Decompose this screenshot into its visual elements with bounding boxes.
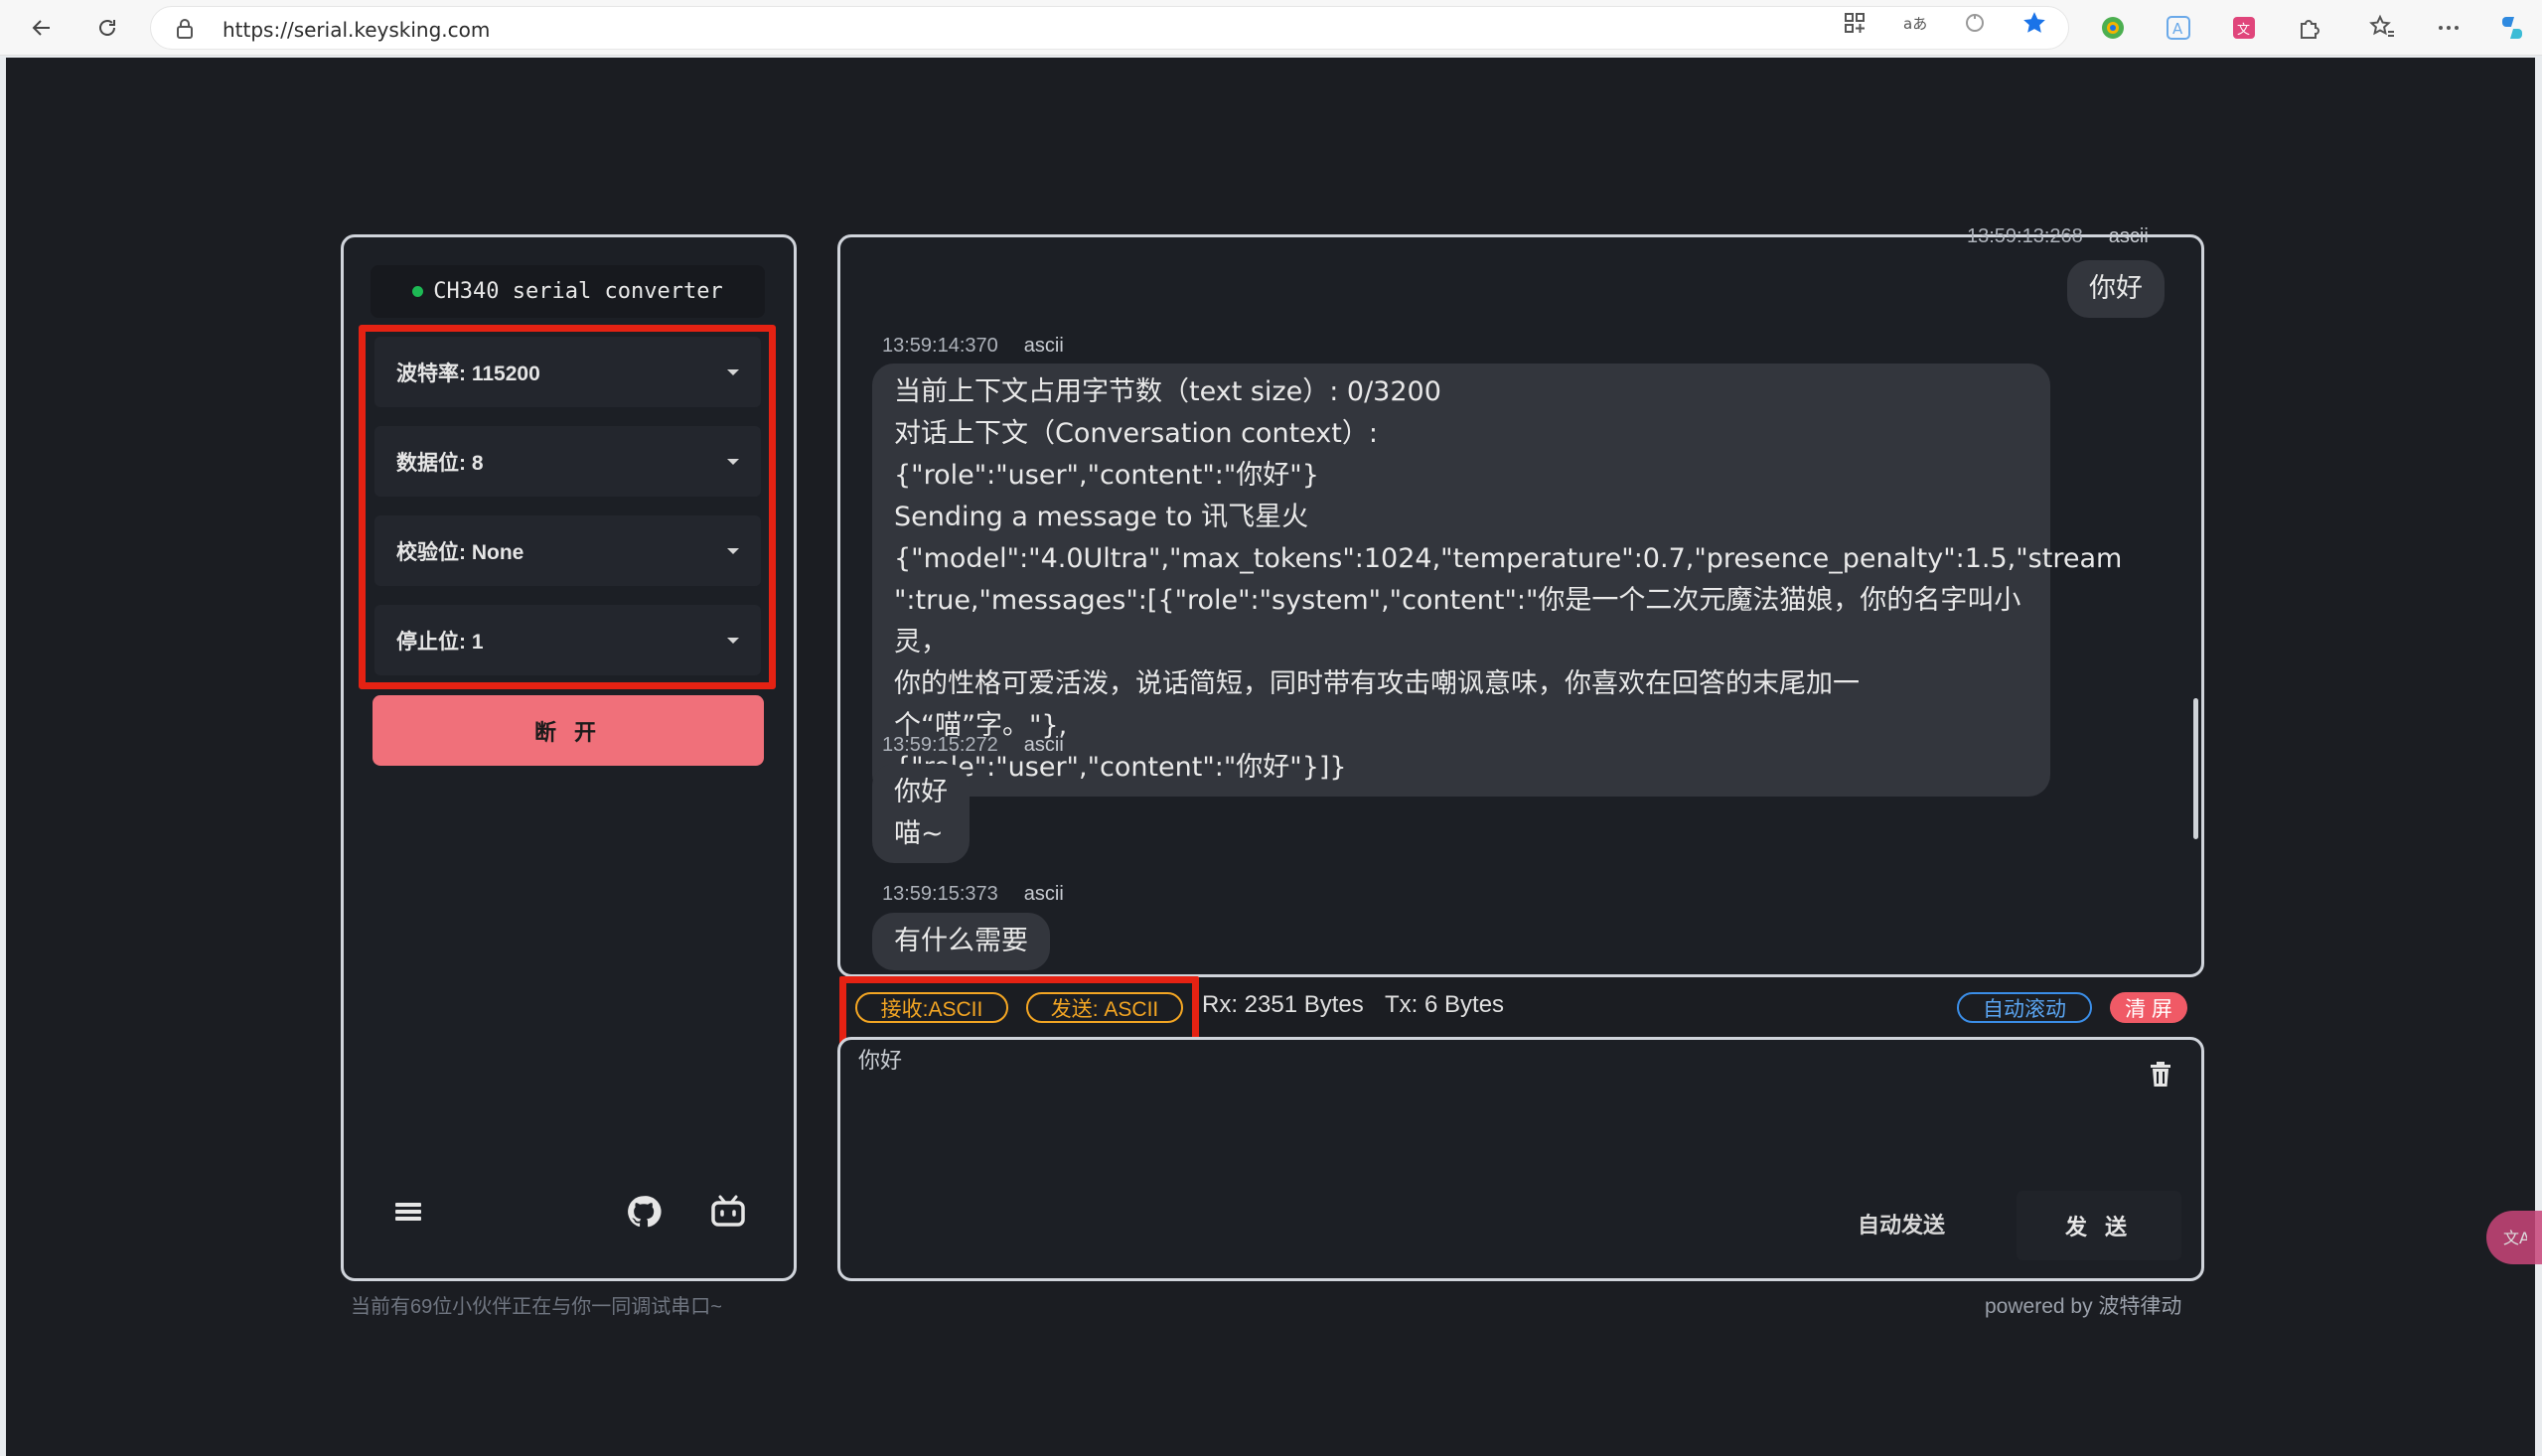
rx-bytes: Rx: 2351 Bytes <box>1202 991 1364 1018</box>
parity-select[interactable]: 校验位: None <box>374 515 761 586</box>
url-text: https://serial.keysking.com <box>223 18 491 42</box>
disconnect-button[interactable]: 断 开 <box>373 695 764 766</box>
data-bits-label: 数据位: 8 <box>396 451 484 475</box>
baud-rate-label: 波特率: 115200 <box>396 362 540 385</box>
svg-text:aあ: aあ <box>1903 15 1927 33</box>
rx-encoding-toggle[interactable]: 接收:ASCII <box>855 992 1008 1023</box>
parity-label: 校验位: None <box>396 540 524 564</box>
message-time: 13:59:14:370 <box>882 335 998 357</box>
chevron-down-icon <box>727 547 739 554</box>
chevron-down-icon <box>727 458 739 465</box>
message-encoding: ascii <box>1023 883 1064 905</box>
svg-text:文: 文 <box>2237 23 2250 38</box>
message-meta: 13:59:14:370 ascii <box>882 335 1064 358</box>
clear-screen-button[interactable]: 清 屏 <box>2110 992 2187 1023</box>
svg-text:文A: 文A <box>2503 1229 2527 1247</box>
grid-icon[interactable] <box>1841 9 1869 37</box>
trash-icon[interactable] <box>2147 1059 2174 1091</box>
send-button[interactable]: 发 送 <box>2017 1191 2181 1260</box>
extension-icon[interactable] <box>2096 11 2130 45</box>
address-bar[interactable]: https://serial.keysking.com <box>150 6 2069 50</box>
lock-icon[interactable] <box>175 18 197 40</box>
message-encoding: ascii <box>1023 734 1064 756</box>
refresh-sync-icon[interactable] <box>1961 9 1989 37</box>
online-users-note: 当前有69位小伙伴正在与你一同调试串口~ <box>351 1296 722 1318</box>
received-message-bubble: 当前上下文占用字节数（text size）: 0/3200 对话上下文（Conv… <box>872 364 2122 797</box>
received-message-bubble: 有什么需要 <box>872 913 1050 970</box>
message-meta: 13:59:13:268 ascii <box>1967 225 2149 248</box>
tx-encoding-toggle[interactable]: 发送: ASCII <box>1026 992 1183 1023</box>
menu-icon[interactable] <box>388 1192 428 1232</box>
data-bits-select[interactable]: 数据位: 8 <box>374 426 761 497</box>
powered-by: powered by 波特律动 <box>1985 1295 2182 1318</box>
tx-bytes: Tx: 6 Bytes <box>1385 991 1505 1018</box>
baud-rate-select[interactable]: 波特率: 115200 <box>374 337 761 407</box>
message-time: 13:59:13:268 <box>1967 225 2083 247</box>
chevron-down-icon <box>727 368 739 375</box>
back-icon[interactable] <box>24 10 60 46</box>
message-time: 13:59:15:373 <box>882 883 998 905</box>
browser-toolbar: https://serial.keysking.com aあ A 文 <box>0 0 2542 56</box>
favorites-icon[interactable] <box>2365 11 2399 45</box>
svg-text:A: A <box>2172 20 2183 38</box>
translate-extension-icon[interactable]: 文 <box>2227 11 2261 45</box>
bilibili-icon[interactable] <box>708 1192 748 1232</box>
message-encoding: ascii <box>1023 335 1064 357</box>
puzzle-icon[interactable] <box>2293 11 2326 45</box>
github-icon[interactable] <box>624 1192 664 1232</box>
more-icon[interactable] <box>2432 11 2466 45</box>
send-input-value[interactable]: 你好 <box>858 1043 902 1075</box>
device-indicator[interactable]: CH340 serial converter <box>371 265 765 318</box>
scrollbar-thumb[interactable] <box>2193 698 2198 839</box>
auto-send-toggle[interactable]: 自动发送 <box>1858 1208 1945 1239</box>
device-name: CH340 serial converter <box>433 279 723 304</box>
message-encoding: ascii <box>2108 225 2149 247</box>
copilot-icon[interactable] <box>2495 11 2529 45</box>
chevron-down-icon <box>727 637 739 644</box>
message-time: 13:59:15:272 <box>882 734 998 756</box>
translate-icon[interactable]: A <box>2162 11 2195 45</box>
send-input-area[interactable] <box>837 1037 2204 1281</box>
star-icon[interactable] <box>2020 9 2048 37</box>
received-message-bubble: 你好 喵~ <box>872 764 970 863</box>
auto-scroll-toggle[interactable]: 自动滚动 <box>1957 992 2092 1023</box>
sent-message-bubble: 你好 <box>2067 260 2165 318</box>
message-meta: 13:59:15:272 ascii <box>882 734 1064 757</box>
connected-status-dot <box>412 286 424 297</box>
stop-bits-label: 停止位: 1 <box>396 630 484 654</box>
stop-bits-select[interactable]: 停止位: 1 <box>374 605 761 675</box>
read-aloud-icon[interactable]: aあ <box>1901 9 1929 37</box>
message-meta: 13:59:15:373 ascii <box>882 883 1064 906</box>
floating-translate-icon[interactable]: 文A <box>2486 1211 2542 1264</box>
refresh-icon[interactable] <box>89 10 125 46</box>
